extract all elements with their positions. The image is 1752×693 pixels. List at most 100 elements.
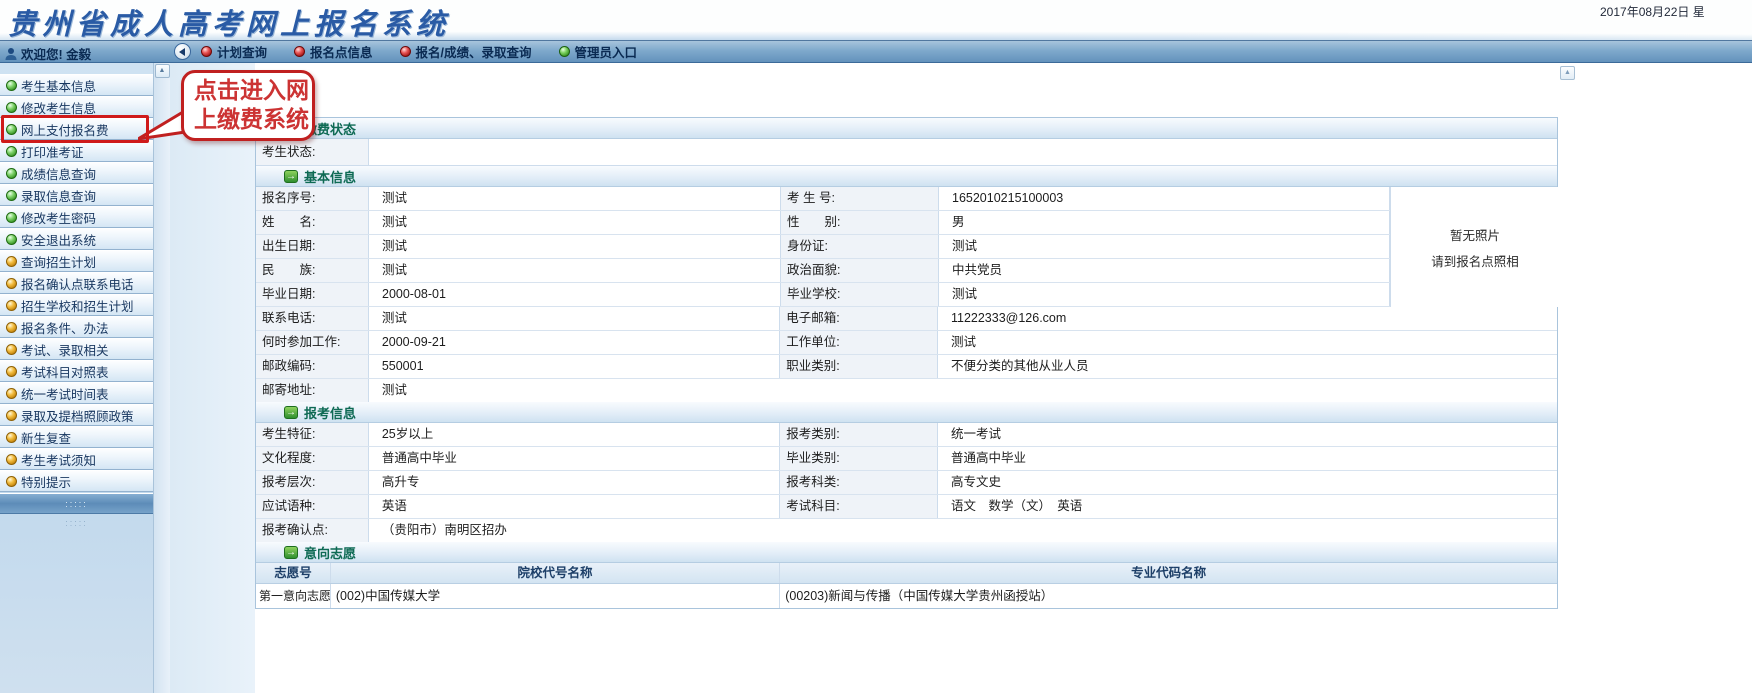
section-arrow-icon: → xyxy=(284,546,298,559)
welcome-user: 欢迎您! 金毅 xyxy=(5,44,91,63)
menu-item-score-query[interactable]: 报名/成绩、录取查询 xyxy=(400,42,532,61)
bullet-icon xyxy=(6,102,17,113)
basic-info-table: 报名序号: 测试 考 生 号: 1652010215100003 姓 名: 测试… xyxy=(256,187,1557,402)
bullet-icon xyxy=(6,256,17,267)
sidebar-item-exam-admission[interactable]: 考试、录取相关 xyxy=(0,338,153,360)
collapse-back-button[interactable] xyxy=(174,43,191,60)
status-label: 考生状态: xyxy=(256,139,369,165)
app-window: 贵州省成人高考网上报名系统 2017年08月22日 星 欢迎您! 金毅 计划查询… xyxy=(0,0,1752,693)
bullet-icon xyxy=(6,410,17,421)
menu-label: 报名/成绩、录取查询 xyxy=(416,42,532,61)
column-header: 志愿号 xyxy=(256,563,331,583)
sidebar-item-subject-table[interactable]: 考试科目对照表 xyxy=(0,360,153,382)
sidebar-item-plan-search[interactable]: 查询招生计划 xyxy=(0,250,153,272)
sidebar-footer-dots: ::::: xyxy=(0,514,153,532)
table-row: 毕业日期: 2000-08-01 毕业学校: 测试 xyxy=(256,283,1557,307)
sidebar-item-requirements[interactable]: 报名条件、办法 xyxy=(0,316,153,338)
bullet-icon xyxy=(6,432,17,443)
section-header-wish-list: → 意向志愿 xyxy=(256,542,1557,563)
sidebar-item-special-tip[interactable]: 特别提示 xyxy=(0,470,153,492)
section-arrow-icon: → xyxy=(284,406,298,419)
bullet-icon xyxy=(6,300,17,311)
user-icon xyxy=(5,47,17,61)
bullet-icon xyxy=(6,322,17,333)
table-row: 报考层次: 高升专 报考科类: 高专文史 xyxy=(256,471,1557,495)
sidebar-item-care-policy[interactable]: 录取及提档照顾政策 xyxy=(0,404,153,426)
table-row: 邮政编码: 550001 职业类别: 不便分类的其他从业人员 xyxy=(256,355,1557,379)
column-header: 院校代号名称 xyxy=(331,563,780,583)
sidebar-footer-band: ::::: xyxy=(0,493,153,514)
bullet-icon xyxy=(6,146,17,157)
sidebar-item-safe-exit[interactable]: 安全退出系统 xyxy=(0,228,153,250)
sidebar-item-basic-info[interactable]: 考生基本信息 xyxy=(0,74,153,96)
table-row: 考生特征: 25岁以上 报考类别: 统一考试 xyxy=(256,423,1557,447)
sidebar-scrollbar[interactable]: ▲ xyxy=(153,63,170,693)
bullet-icon xyxy=(6,454,17,465)
candidate-detail-panel: → 缴费状态 考生状态: 缴费成功，完成报名。本次考试于10月28日、29日举行… xyxy=(255,117,1558,609)
sidebar-item-score-info[interactable]: 成绩信息查询 xyxy=(0,162,153,184)
sidebar-item-newstudent-check[interactable]: 新生复查 xyxy=(0,426,153,448)
bullet-icon xyxy=(6,388,17,399)
site-title: 贵州省成人高考网上报名系统 xyxy=(8,1,450,43)
sidebar-item-school-plan[interactable]: 招生学校和招生计划 xyxy=(0,294,153,316)
menu-item-plan-query[interactable]: 计划查询 xyxy=(201,42,267,61)
table-row: 第一意向志愿 (002)中国传媒大学 (00203)新闻与传播（中国传媒大学贵州… xyxy=(256,584,1557,608)
table-row: 报考确认点: （贵阳市）南明区招办 xyxy=(256,519,1557,542)
sidebar: 考生基本信息 修改考生信息 网上支付报名费 打印准考证 成绩信息查询 录取信息查… xyxy=(0,63,153,693)
sidebar-item-print-ticket[interactable]: 打印准考证 xyxy=(0,140,153,162)
table-row: 邮寄地址: 测试 xyxy=(256,379,1557,402)
callout-text-line2: 上缴费系统 xyxy=(194,105,302,134)
status-row: 考生状态: 缴费成功，完成报名。本次考试于10月28日、29日举行。考生可于10… xyxy=(256,139,1557,166)
section-header-basic-info: → 基本信息 xyxy=(256,166,1557,187)
main-content: ▲ → 缴费状态 考生状态: 缴费成功，完成报名。本次考试于10月28日、29日… xyxy=(170,63,1752,693)
table-row: 出生日期: 测试 身份证: 测试 xyxy=(256,235,1557,259)
wish-table-header: 志愿号 院校代号名称 专业代码名称 xyxy=(256,563,1557,584)
sidebar-item-confirm-phone[interactable]: 报名确认点联系电话 xyxy=(0,272,153,294)
section-arrow-icon: → xyxy=(284,170,298,183)
table-row: 姓 名: 测试 性 别: 男 xyxy=(256,211,1557,235)
bullet-icon xyxy=(6,476,17,487)
wish-school: (002)中国传媒大学 xyxy=(331,584,780,608)
bullet-icon xyxy=(6,212,17,223)
wish-table: 志愿号 院校代号名称 专业代码名称 第一意向志愿 (002)中国传媒大学 (00… xyxy=(256,563,1557,608)
sidebar-item-online-payment[interactable]: 网上支付报名费 xyxy=(0,118,153,140)
scroll-up-icon[interactable]: ▲ xyxy=(155,64,170,78)
current-date: 2017年08月22日 星 xyxy=(1600,3,1752,20)
menu-label: 管理员入口 xyxy=(575,42,638,61)
bullet-icon xyxy=(6,344,17,355)
table-row: 何时参加工作: 2000-09-21 工作单位: 测试 xyxy=(256,331,1557,355)
sidebar-item-exam-schedule[interactable]: 统一考试时间表 xyxy=(0,382,153,404)
photo-instruction-text: 请到报名点照相 xyxy=(1431,251,1519,270)
sidebar-item-change-password[interactable]: 修改考生密码 xyxy=(0,206,153,228)
apply-info-table: 考生特征: 25岁以上 报考类别: 统一考试 文化程度: 普通高中毕业 毕业类别… xyxy=(256,423,1557,542)
menu-label: 计划查询 xyxy=(217,42,267,61)
bullet-icon xyxy=(6,234,17,245)
menu-item-site-info[interactable]: 报名点信息 xyxy=(294,42,373,61)
sidebar-item-admission-info[interactable]: 录取信息查询 xyxy=(0,184,153,206)
menu-label: 报名点信息 xyxy=(310,42,373,61)
content-left-margin xyxy=(170,63,255,693)
top-toolbar: 欢迎您! 金毅 计划查询 报名点信息 报名/成绩、录取查询 管理员入口 xyxy=(0,40,1752,63)
section-header-payment-status: → 缴费状态 xyxy=(256,118,1557,139)
table-row: 民 族: 测试 政治面貌: 中共党员 xyxy=(256,259,1557,283)
scroll-up-icon[interactable]: ▲ xyxy=(1560,66,1575,80)
back-arrow-icon xyxy=(179,48,185,56)
bullet-icon xyxy=(6,366,17,377)
table-row: 应试语种: 英语 考试科目: 语文 数学（文） 英语 xyxy=(256,495,1557,519)
table-row: 报名序号: 测试 考 生 号: 1652010215100003 xyxy=(256,187,1557,211)
callout-text-line1: 点击进入网 xyxy=(194,76,302,105)
status-value: 缴费成功，完成报名。本次考试于10月28日、29日举行。考生可于10月20日 8… xyxy=(369,139,1557,165)
wish-number: 第一意向志愿 xyxy=(256,584,331,608)
page-header: 贵州省成人高考网上报名系统 2017年08月22日 星 xyxy=(0,0,1752,40)
photo-placeholder: 暂无照片 请到报名点照相 xyxy=(1390,187,1559,307)
menu-item-admin-entry[interactable]: 管理员入口 xyxy=(559,42,638,61)
table-row: 文化程度: 普通高中毕业 毕业类别: 普通高中毕业 xyxy=(256,447,1557,471)
table-row: 联系电话: 测试 电子邮箱: 11222333@126.com xyxy=(256,307,1557,331)
bullet-icon xyxy=(6,80,17,91)
sidebar-menu: 考生基本信息 修改考生信息 网上支付报名费 打印准考证 成绩信息查询 录取信息查… xyxy=(0,63,153,492)
wish-major: (00203)新闻与传播（中国传媒大学贵州函授站） xyxy=(780,584,1557,608)
sidebar-item-edit-info[interactable]: 修改考生信息 xyxy=(0,96,153,118)
welcome-text: 欢迎您! 金毅 xyxy=(21,44,91,63)
callout-bubble: 点击进入网 上缴费系统 xyxy=(181,70,315,141)
sidebar-item-exam-notice[interactable]: 考生考试须知 xyxy=(0,448,153,470)
